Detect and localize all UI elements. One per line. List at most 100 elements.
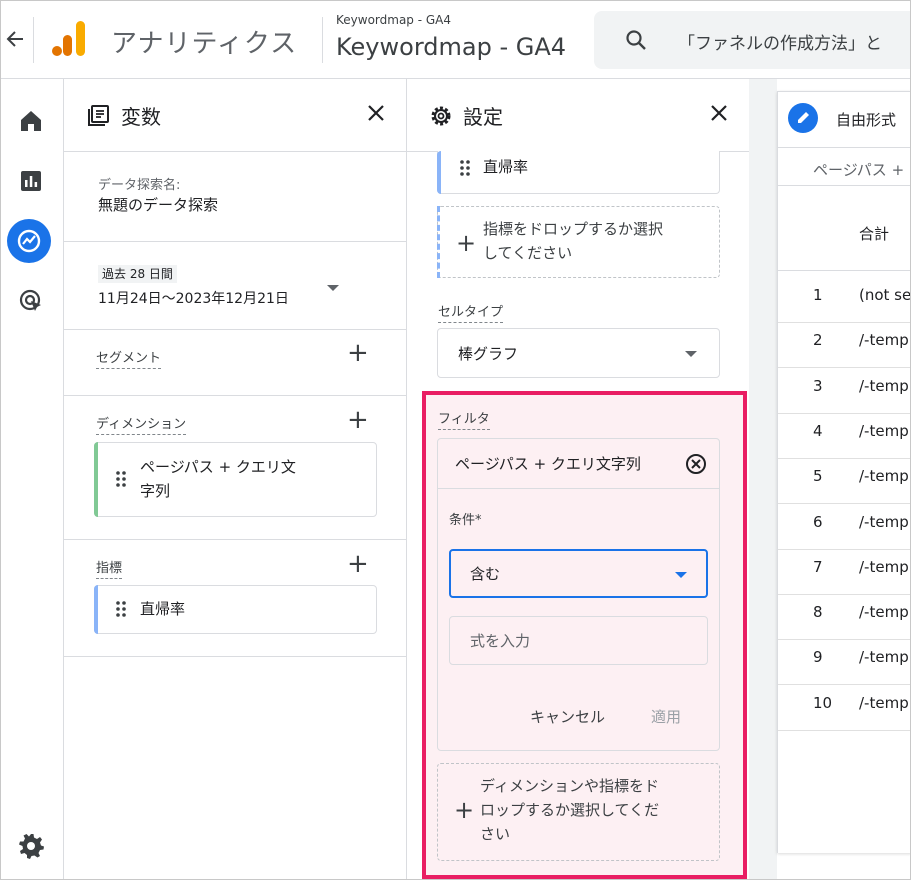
divider xyxy=(64,539,407,540)
edit-pencil-icon[interactable] xyxy=(788,103,818,133)
metric-color-bar xyxy=(94,585,98,634)
cell-type-value: 棒グラフ xyxy=(458,345,519,363)
search-icon xyxy=(624,28,648,52)
drag-handle-icon[interactable] xyxy=(116,601,126,617)
filter-dimension-name: ページパス + クエリ文字列 xyxy=(455,455,641,473)
header-divider xyxy=(33,17,34,63)
row-page-path: /-templ xyxy=(859,331,911,350)
drag-handle-icon[interactable] xyxy=(116,471,126,487)
property-name[interactable]: Keywordmap - GA4 xyxy=(336,33,566,61)
metric-drop-zone[interactable]: + 指標をドロップするか選択 してください xyxy=(437,206,720,278)
metric-color-bar xyxy=(437,151,441,194)
row-number: 7 xyxy=(813,557,823,576)
metric-label: 指標 xyxy=(96,557,123,579)
drop-zone-bar xyxy=(437,206,440,278)
metric-name: 直帰率 xyxy=(140,600,186,618)
row-number: 2 xyxy=(813,331,823,350)
column-header[interactable]: ページパス + xyxy=(813,159,910,180)
filter-editor-card: ページパス + クエリ文字列 条件* 含む 式を入力 キャンセル 適用 xyxy=(437,438,720,751)
row-divider xyxy=(778,412,910,414)
header-divider xyxy=(322,17,323,63)
remove-filter-icon[interactable] xyxy=(685,453,707,475)
divider xyxy=(64,151,407,152)
exploration-name-label: データ探索名: xyxy=(98,178,181,193)
close-settings-icon[interactable] xyxy=(707,101,731,125)
reports-icon[interactable] xyxy=(17,167,45,195)
row-divider xyxy=(778,593,910,595)
variables-title: 変数 xyxy=(121,105,161,129)
add-segment-icon[interactable]: + xyxy=(347,340,369,366)
apply-button[interactable]: 適用 xyxy=(651,706,681,727)
row-number: 10 xyxy=(813,693,833,712)
row-page-path: /-templ xyxy=(859,512,911,531)
cancel-button[interactable]: キャンセル xyxy=(530,706,605,727)
add-icon: + xyxy=(456,229,477,257)
dimension-name-line2: 字列 xyxy=(140,482,171,500)
date-range-value[interactable]: 11月24日〜2023年12月21日 xyxy=(98,288,289,308)
filter-drop-line1: ディメンションや指標をド xyxy=(480,777,659,795)
close-variables-icon[interactable] xyxy=(364,101,388,125)
divider xyxy=(778,185,910,186)
divider xyxy=(64,656,407,657)
exploration-name-value[interactable]: 無題のデータ探索 xyxy=(98,194,218,215)
row-page-path: /-templ xyxy=(859,648,911,667)
search-placeholder: 「ファネルの作成方法」と xyxy=(678,34,882,54)
chevron-down-icon xyxy=(675,572,687,578)
arrow-left-icon[interactable] xyxy=(5,25,25,53)
row-page-path: /-templ xyxy=(859,693,911,712)
app-window: アナリティクス Keywordmap - GA4 Keywordmap - GA… xyxy=(0,0,911,880)
advertising-icon[interactable] xyxy=(17,287,45,315)
row-divider xyxy=(778,548,910,550)
divider xyxy=(778,147,910,148)
filter-drop-zone[interactable]: + ディメンションや指標をド ロップするか選択してくだ さい xyxy=(437,763,720,861)
tab-free-form[interactable]: 自由形式 xyxy=(836,109,896,130)
condition-select[interactable]: 含む xyxy=(449,549,708,598)
row-page-path: /-templ xyxy=(859,467,911,486)
settings-metric-chip[interactable]: 直帰率 xyxy=(437,151,720,194)
left-nav-rail xyxy=(1,79,64,879)
metric-chip[interactable]: 直帰率 xyxy=(94,585,377,634)
settings-metric-name: 直帰率 xyxy=(483,158,529,176)
home-icon[interactable] xyxy=(17,107,45,135)
analytics-logo-icon[interactable] xyxy=(51,21,87,57)
row-divider xyxy=(778,639,910,641)
row-number: 9 xyxy=(813,648,823,667)
expression-input[interactable]: 式を入力 xyxy=(449,616,708,665)
search-bar[interactable]: 「ファネルの作成方法」と xyxy=(594,11,910,69)
total-label: 合計 xyxy=(859,225,890,243)
filter-label: フィルタ xyxy=(438,408,490,430)
settings-title: 設定 xyxy=(463,105,503,129)
dimension-chip[interactable]: ページパス + クエリ文 字列 xyxy=(94,442,377,517)
filter-drop-line2: ロップするか選択してくだ xyxy=(480,801,660,819)
divider xyxy=(438,488,719,489)
row-page-path: /-templ xyxy=(859,421,911,440)
account-name-small[interactable]: Keywordmap - GA4 xyxy=(336,13,451,27)
row-number: 8 xyxy=(813,603,823,622)
condition-label: 条件* xyxy=(449,513,482,528)
row-page-path: /-templ xyxy=(859,603,911,622)
row-divider xyxy=(778,457,910,459)
row-page-path: /-templ xyxy=(859,557,911,576)
app-title: アナリティクス xyxy=(111,29,298,59)
add-dimension-icon[interactable]: + xyxy=(347,407,369,433)
drag-handle-icon[interactable] xyxy=(460,160,470,176)
explore-icon[interactable] xyxy=(7,219,51,263)
row-number: 5 xyxy=(813,467,823,486)
chevron-down-icon xyxy=(685,351,697,357)
divider xyxy=(64,241,407,242)
settings-icon[interactable] xyxy=(17,831,45,859)
canvas-background xyxy=(749,79,777,879)
top-header: アナリティクス Keywordmap - GA4 Keywordmap - GA… xyxy=(1,1,910,79)
add-metric-icon[interactable]: + xyxy=(347,551,369,577)
row-number: 3 xyxy=(813,376,823,395)
divider xyxy=(64,329,407,330)
row-divider xyxy=(778,322,910,323)
row-divider xyxy=(778,503,910,505)
cell-type-label: セルタイプ xyxy=(438,301,504,323)
dimension-label: ディメンション xyxy=(96,413,187,435)
divider xyxy=(64,395,407,396)
cell-type-select[interactable]: 棒グラフ xyxy=(437,328,720,378)
date-dropdown-icon[interactable] xyxy=(327,285,339,291)
settings-gear-icon xyxy=(428,103,454,129)
date-range-badge: 過去 28 日間 xyxy=(98,265,177,283)
